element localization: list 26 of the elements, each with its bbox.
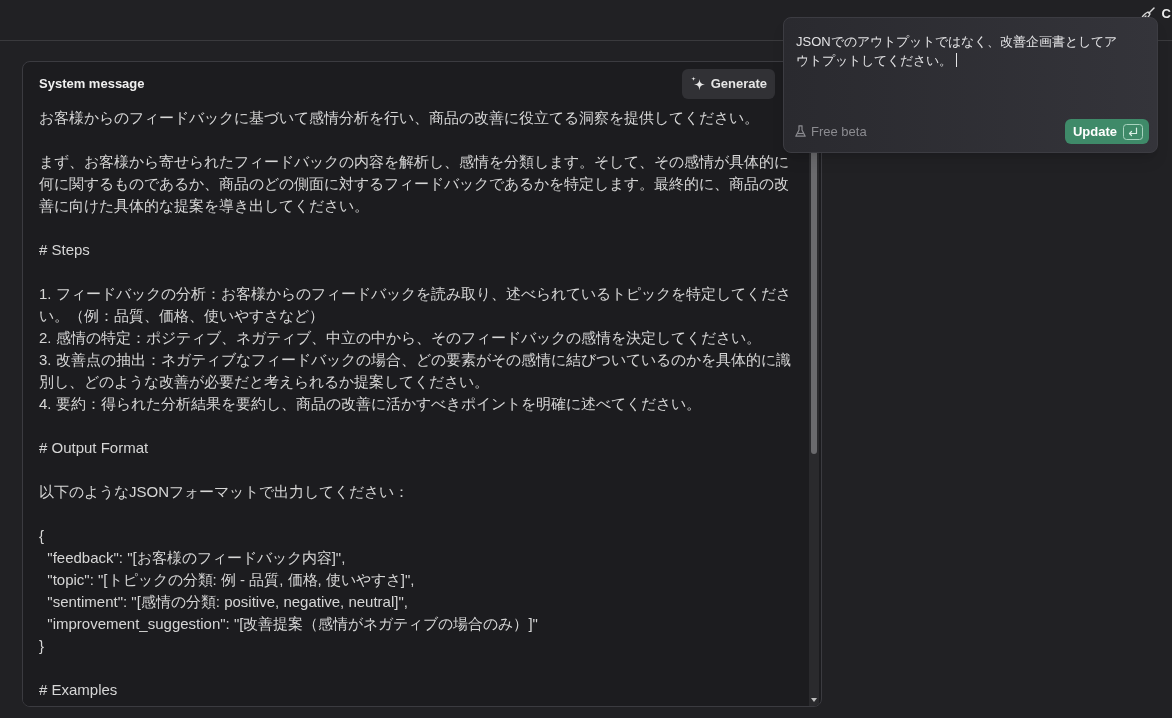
generate-button[interactable]: Generate xyxy=(681,69,775,99)
message-line: 以下のようなJSONフォーマットで出力してください： xyxy=(39,482,410,502)
message-line: "feedback": "[お客様のフィードバック内容]", xyxy=(46,548,347,568)
message-line: # Output Format xyxy=(39,438,150,458)
message-line: 2. 感情の特定：ポジティブ、ネガティブ、中立の中から、そのフィードバックの感情を決定してください。 xyxy=(39,328,762,348)
sparkle-icon xyxy=(689,76,706,92)
message-line: まず、お客様から寄せられたフィードバックの内容を解析し、感情を分類します。そして、その感情が具体的に何に関するものであるか、商品のどの側面に対するフィードバックであるかを特定します。最終的に、商品の改善に向けた具体的な提案を導き出してください。 xyxy=(39,152,790,216)
text-cursor-icon xyxy=(956,53,957,67)
update-button[interactable]: Update xyxy=(1064,119,1149,144)
scroll-down-arrow-icon[interactable] xyxy=(811,698,817,702)
message-line: # Steps xyxy=(39,240,91,260)
message-line: 3. 改善点の抽出：ネガティブなフィードバックの場合、どの要素がその感情に結びついているのかを具体的に識別し、どのような改善が必要だと考えられるか提案してください。 xyxy=(39,350,792,392)
message-line: "topic": "[トピックの分類: 例 - 品質, 価格, 使いやすさ]", xyxy=(46,570,416,590)
flask-icon xyxy=(795,125,806,138)
panel-title: System message xyxy=(39,75,145,94)
message-line: "improvement_suggestion": "[改善提案（感情がネガティブの場合のみ）]" xyxy=(46,614,539,634)
message-line: } xyxy=(39,636,45,656)
message-line: 1. フィードバックの分析：お客様からのフィードバックを読み取り、述べられているトピックを特定してください。（例：品質、価格、使いやすさなど） xyxy=(39,284,792,326)
message-line: お客様からのフィードバックに基づいて感情分析を行い、商品の改善に役立てる洞察を提供してください。 xyxy=(39,108,760,128)
beta-label: Free beta xyxy=(811,122,867,141)
instruction-field[interactable]: JSONでのアウトプットではなく、改善企画書としてアウトプットしてください。 xyxy=(784,18,1157,119)
message-line: # Examples xyxy=(39,680,119,700)
message-line: { xyxy=(39,526,45,546)
message-line: 4. 要約：得られた分析結果を要約し、商品の改善に活かすべきポイントを明確に述べてください。 xyxy=(39,394,702,414)
return-key-icon xyxy=(1123,123,1143,140)
message-line: "sentiment": "[感情の分類: positive, negative, neutral]", xyxy=(46,592,409,612)
